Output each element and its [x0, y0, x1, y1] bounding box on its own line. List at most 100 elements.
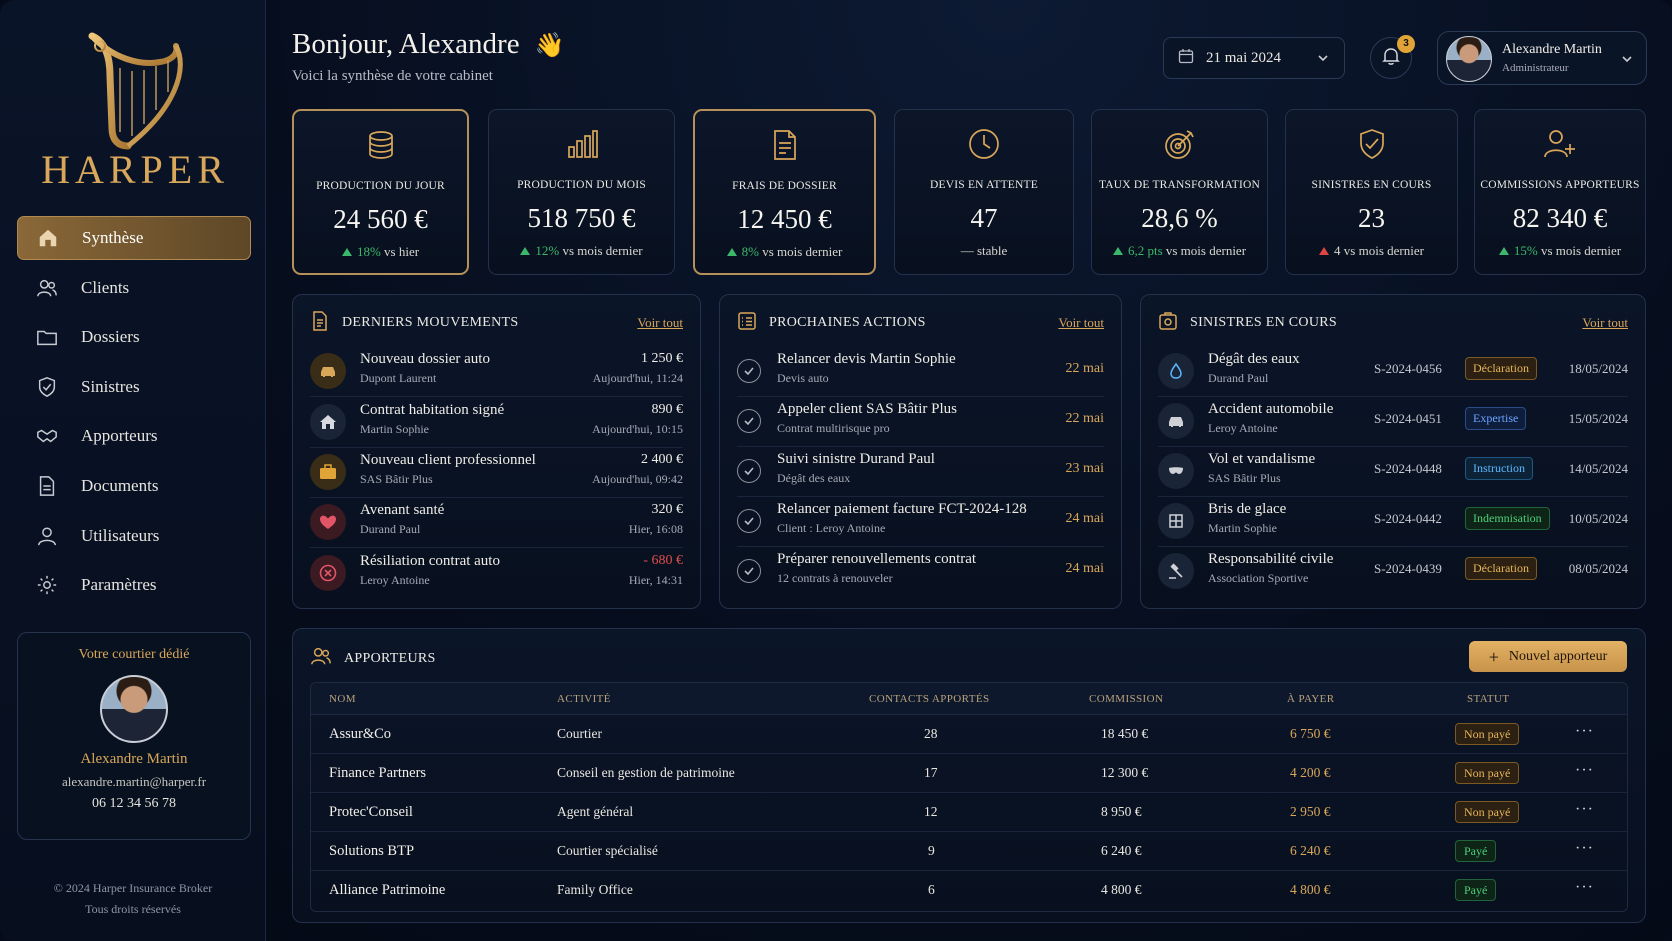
check-circle-icon[interactable]: [737, 509, 761, 533]
check-circle-icon[interactable]: [737, 459, 761, 483]
column-header-statut[interactable]: STATUT: [1467, 693, 1509, 705]
new-apporteur-button[interactable]: + Nouvel apporteur: [1469, 641, 1627, 672]
sidebar-item-label: Documents: [81, 475, 159, 495]
more-actions-icon[interactable]: ···: [1575, 840, 1594, 858]
claim-ref: S-2024-0439: [1374, 561, 1442, 576]
sidebar-item-apporteurs[interactable]: Apporteurs: [17, 414, 251, 458]
kpi-delta-value: 15%: [1513, 243, 1538, 258]
kpi-card-production-jour[interactable]: PRODUCTION DU JOUR 24 560 € 18% vs hier: [292, 109, 469, 275]
table-row[interactable]: Finance Partners Conseil en gestion de p…: [311, 754, 1627, 793]
dedicated-broker-card: Votre courtier dédié Alexandre Martin al…: [17, 632, 251, 840]
status-badge: Expertise: [1465, 407, 1527, 430]
panel-title: APPORTEURS: [344, 650, 436, 666]
sidebar-nav: Synthèse Clients Dossiers Sinistres Appo…: [17, 216, 251, 613]
sidebar-item-utilisateurs[interactable]: Utilisateurs: [17, 514, 251, 558]
action-title: Suivi sinistre Durand Paul: [777, 451, 935, 467]
check-circle-icon[interactable]: [737, 559, 761, 583]
cell-name: Alliance Patrimoine: [329, 882, 446, 898]
sidebar-item-clients[interactable]: Clients: [17, 266, 251, 310]
cell-contacts: 28: [924, 726, 938, 741]
status-badge: Déclaration: [1465, 357, 1537, 380]
action-subtitle: Client : Leroy Antoine: [777, 521, 886, 535]
list-item[interactable]: Nouveau dossier auto Dupont Laurent 1 25…: [310, 347, 683, 397]
claim-client: Leroy Antoine: [1208, 421, 1278, 435]
cell-activity: Conseil en gestion de patrimoine: [557, 765, 735, 780]
claim-title: Accident automobile: [1208, 401, 1334, 417]
broker-phone[interactable]: 06 12 34 56 78: [18, 796, 250, 812]
table-row[interactable]: Assur&Co Courtier 28 18 450 € 6 750 € No…: [311, 715, 1627, 754]
table-row[interactable]: Alliance Patrimoine Family Office 6 4 80…: [311, 871, 1627, 910]
folder-icon: [35, 325, 59, 349]
see-all-link[interactable]: Voir tout: [1058, 315, 1104, 331]
checklist-icon: [737, 311, 757, 336]
sidebar-item-sinistres[interactable]: Sinistres: [17, 365, 251, 409]
kpi-delta-suffix: stable: [976, 243, 1008, 258]
sidebar-item-synthese[interactable]: Synthèse: [17, 216, 251, 260]
sidebar-item-documents[interactable]: Documents: [17, 464, 251, 508]
date-selector[interactable]: 21 mai 2024: [1163, 37, 1345, 79]
sidebar-item-parametres[interactable]: Paramètres: [17, 563, 251, 607]
list-item[interactable]: Responsabilité civile Association Sporti…: [1158, 547, 1628, 597]
kpi-card-commissions-apporteurs[interactable]: COMMISSIONS APPORTEURS 82 340 € 15% vs m…: [1474, 109, 1646, 275]
sidebar-item-label: Apporteurs: [81, 426, 158, 446]
document-icon: [310, 310, 330, 336]
column-header-activite[interactable]: ACTIVITÉ: [557, 693, 611, 705]
claim-client: Martin Sophie: [1208, 521, 1277, 535]
see-all-link[interactable]: Voir tout: [637, 315, 683, 331]
column-header-commission[interactable]: COMMISSION: [1089, 693, 1163, 705]
list-item[interactable]: Résiliation contrat auto Leroy Antoine -…: [310, 549, 683, 599]
kpi-card-sinistres-cours[interactable]: SINISTRES EN COURS 23 4 vs mois dernier: [1285, 109, 1458, 275]
mask-icon: [1158, 453, 1194, 489]
gavel-icon: [1158, 553, 1194, 589]
page-subtitle: Voici la synthèse de votre cabinet: [292, 68, 493, 84]
kpi-card-taux-transformation[interactable]: TAUX DE TRANSFORMATION 28,6 % 6,2 pts vs…: [1091, 109, 1268, 275]
kpi-card-production-mois[interactable]: PRODUCTION DU MOIS 518 750 € 12% vs mois…: [488, 109, 675, 275]
sidebar: HARPER Synthèse Clients Dossiers Sinistr…: [0, 0, 266, 941]
broker-email[interactable]: alexandre.martin@harper.fr: [18, 774, 250, 790]
more-actions-icon[interactable]: ···: [1575, 723, 1594, 741]
kpi-card-devis-attente[interactable]: DEVIS EN ATTENTE 47 — stable: [894, 109, 1074, 275]
trend-up-icon: [726, 248, 737, 256]
shield-icon: [1158, 311, 1178, 336]
notifications-button[interactable]: 3: [1370, 35, 1415, 79]
item-title: Résiliation contrat auto: [360, 553, 500, 569]
more-actions-icon[interactable]: ···: [1575, 762, 1594, 780]
more-actions-icon[interactable]: ···: [1575, 801, 1594, 819]
list-item[interactable]: Nouveau client professionnel SAS Bâtir P…: [310, 448, 683, 498]
see-all-link[interactable]: Voir tout: [1582, 315, 1628, 331]
list-item[interactable]: Relancer paiement facture FCT-2024-128 C…: [737, 497, 1104, 547]
list-item[interactable]: Bris de glace Martin Sophie S-2024-0442 …: [1158, 497, 1628, 547]
item-amount: 1 250 €: [641, 351, 683, 366]
user-role: Administrateur: [1502, 62, 1569, 74]
sidebar-item-dossiers[interactable]: Dossiers: [17, 315, 251, 359]
list-item[interactable]: Avenant santé Durand Paul 320 € Hier, 16…: [310, 498, 683, 548]
cell-commission: 8 950 €: [1101, 804, 1142, 819]
more-actions-icon[interactable]: ···: [1575, 879, 1594, 897]
table-row[interactable]: Solutions BTP Courtier spécialisé 9 6 24…: [311, 832, 1627, 871]
user-menu[interactable]: Alexandre Martin Administrateur: [1437, 31, 1647, 85]
column-header-nom[interactable]: NOM: [329, 693, 356, 705]
list-item[interactable]: Préparer renouvellements contrat 12 cont…: [737, 547, 1104, 597]
list-item[interactable]: Contrat habitation signé Martin Sophie 8…: [310, 398, 683, 448]
sidebar-item-label: Synthèse: [82, 228, 144, 247]
actions-panel: PROCHAINES ACTIONS Voir tout Relancer de…: [719, 294, 1122, 609]
kpi-label: PRODUCTION DU MOIS: [517, 179, 646, 191]
kpi-delta-value: 12%: [535, 243, 560, 258]
trend-down-icon: [1319, 247, 1330, 255]
list-item[interactable]: Vol et vandalisme SAS Bâtir Plus S-2024-…: [1158, 447, 1628, 497]
list-item[interactable]: Suivi sinistre Durand Paul Dégât des eau…: [737, 447, 1104, 497]
list-item[interactable]: Relancer devis Martin Sophie Devis auto …: [737, 347, 1104, 397]
chevron-down-icon: [1620, 52, 1634, 71]
claim-ref: S-2024-0448: [1374, 461, 1442, 476]
cell-contacts: 6: [928, 882, 935, 897]
column-header-a-payer[interactable]: À PAYER: [1287, 693, 1335, 705]
list-item[interactable]: Dégât des eaux Durand Paul S-2024-0456 D…: [1158, 347, 1628, 397]
list-item[interactable]: Accident automobile Leroy Antoine S-2024…: [1158, 397, 1628, 447]
column-header-contacts[interactable]: CONTACTS APPORTÉS: [869, 693, 989, 705]
panel-header: APPORTEURS: [310, 645, 436, 672]
table-row[interactable]: Protec'Conseil Agent général 12 8 950 € …: [311, 793, 1627, 832]
check-circle-icon[interactable]: [737, 409, 761, 433]
kpi-card-frais-dossier[interactable]: FRAIS DE DOSSIER 12 450 € 8% vs mois der…: [693, 109, 876, 275]
list-item[interactable]: Appeler client SAS Bâtir Plus Contrat mu…: [737, 397, 1104, 447]
check-circle-icon[interactable]: [737, 359, 761, 383]
